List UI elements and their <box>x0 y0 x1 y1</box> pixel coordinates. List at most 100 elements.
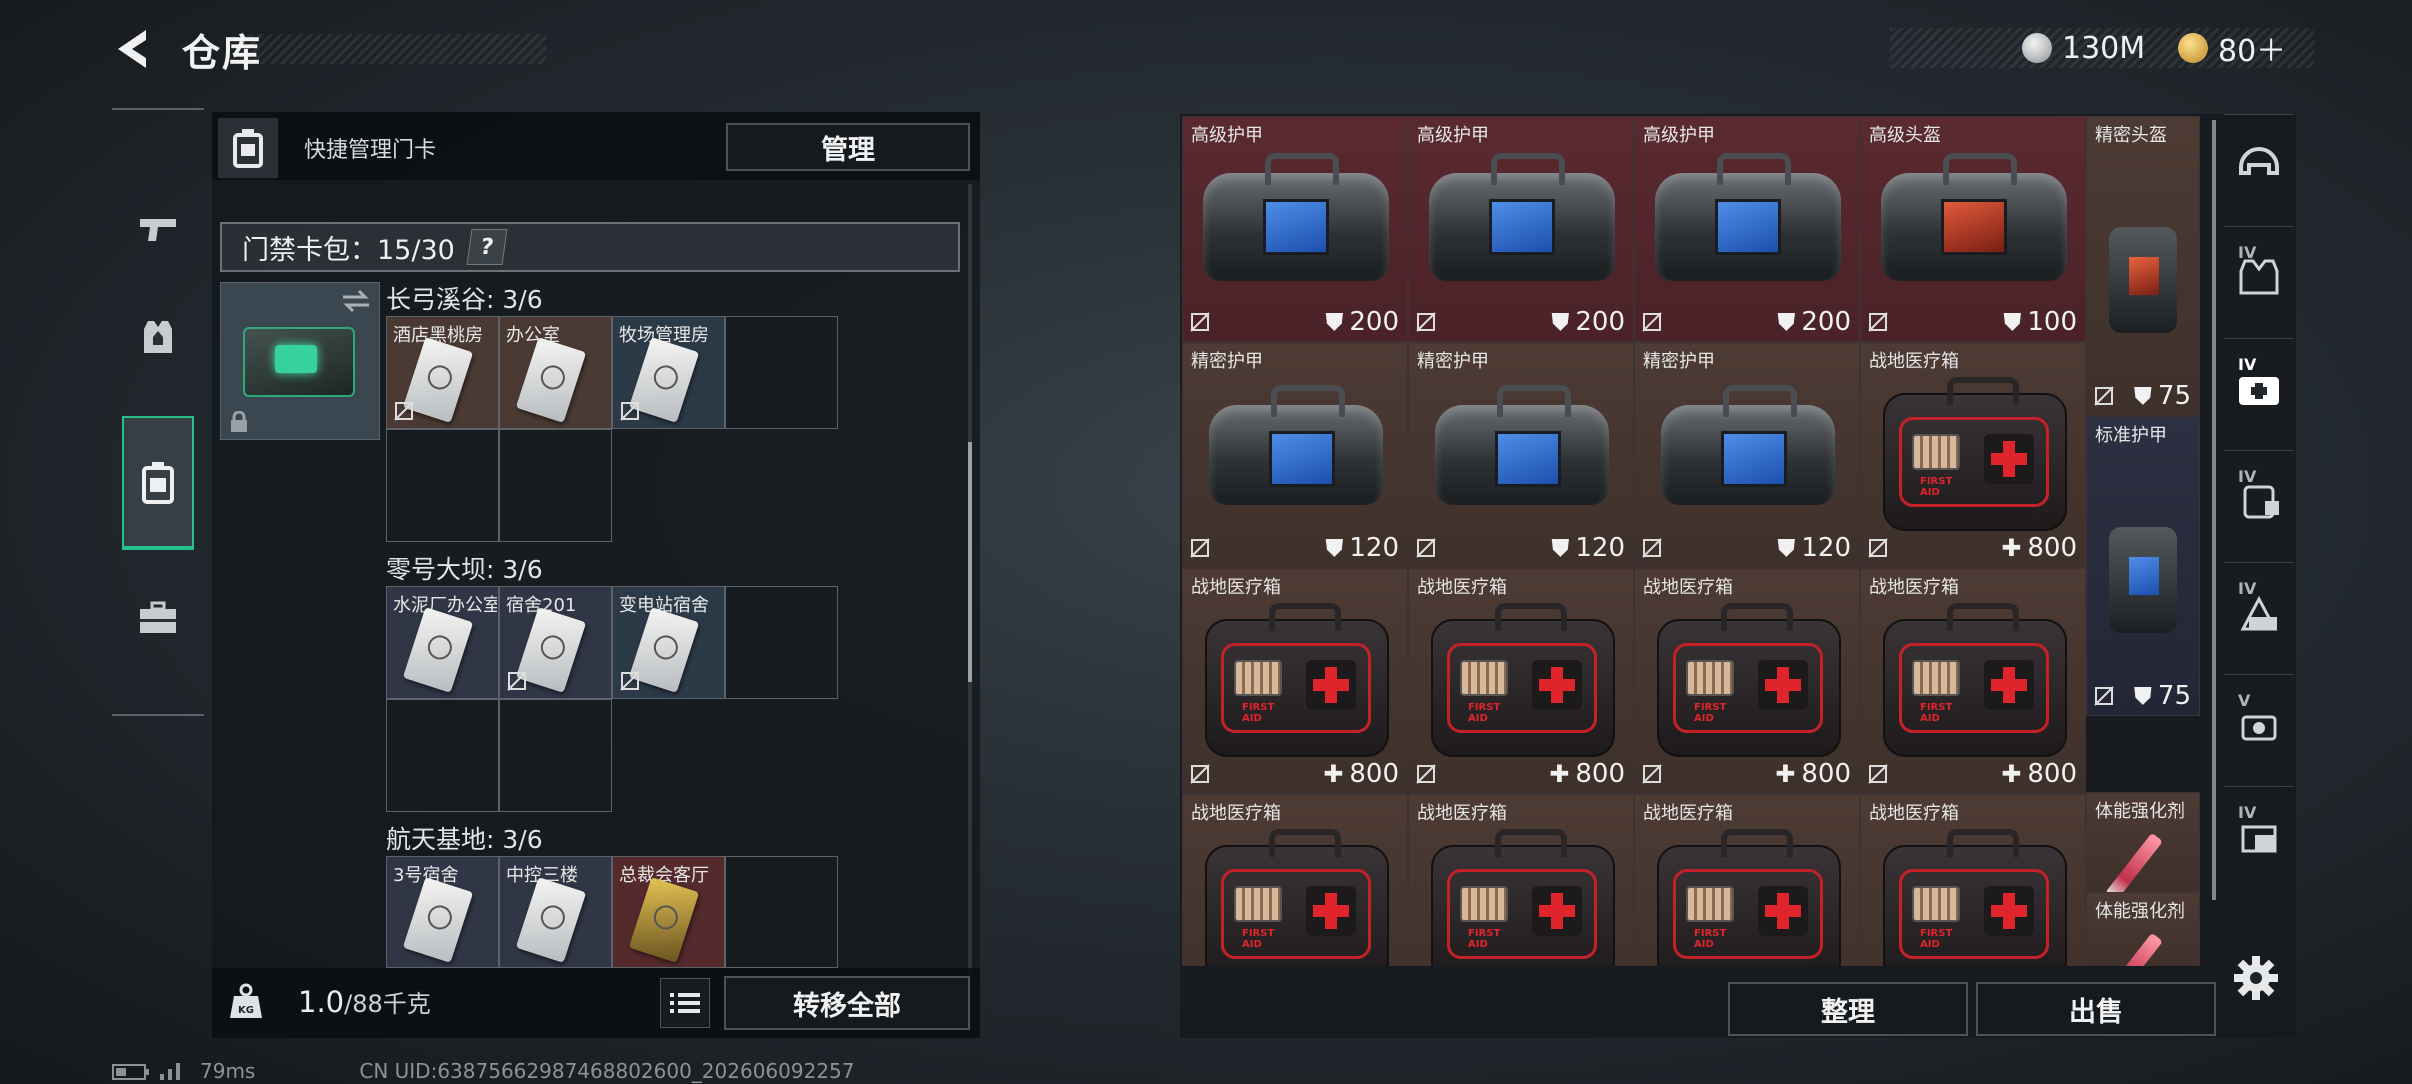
empty-keycard-slot[interactable] <box>499 429 612 542</box>
empty-keycard-slot[interactable] <box>386 429 499 542</box>
empty-keycard-slot[interactable] <box>386 699 499 812</box>
weight-icon: KG <box>230 983 262 1018</box>
item-name: 精密护甲 <box>1643 351 1715 372</box>
manage-button[interactable]: 管理 <box>726 123 970 171</box>
medkit-image: FIRST AID <box>1205 829 1389 966</box>
inventory-item-cell[interactable]: 战地医疗箱 FIRST AID <box>1860 794 2086 966</box>
tier-label: IV <box>2238 803 2257 822</box>
shield-icon: ⛊ <box>1551 534 1570 562</box>
category-tab[interactable] <box>2224 114 2294 214</box>
shield-icon: ⛊ <box>1777 534 1796 562</box>
medkit-image: FIRST AID <box>1431 829 1615 966</box>
shield-icon: ⛊ <box>2133 382 2152 410</box>
item-value-text: 200 <box>1801 307 1851 337</box>
inventory-item-cell[interactable]: 体能强化剂 <box>2086 792 2200 902</box>
swap-icon[interactable] <box>341 289 371 313</box>
category-tab[interactable]: V <box>2224 674 2294 774</box>
item-durability: ⛊ 200 <box>1551 307 1625 337</box>
item-durability: ⛊ 200 <box>1777 307 1851 337</box>
sell-button[interactable]: 出售 <box>1976 982 2216 1036</box>
shield-icon: ⛊ <box>1325 308 1344 336</box>
no-trade-icon <box>2094 686 2114 706</box>
keycard-cell[interactable]: 宿舍201 <box>499 586 612 699</box>
inventory-item-cell[interactable]: 战地医疗箱 FIRST AID ✚ 800 <box>1860 342 2086 568</box>
inventory-item-cell[interactable]: 精密护甲 ⛊ 120 <box>1408 342 1634 568</box>
inventory-item-cell[interactable]: 标准护甲 ⛊ 75 <box>2086 416 2200 716</box>
tab-gear[interactable] <box>122 270 194 404</box>
page-title: 仓库 <box>182 31 263 75</box>
item-durability: ✚ 800 <box>1323 759 1399 789</box>
inventory-item-cell[interactable]: 战地医疗箱 FIRST AID <box>1182 794 1408 966</box>
list-view-button[interactable] <box>660 978 710 1028</box>
category-tab[interactable]: IV <box>2224 226 2294 326</box>
inventory-item-cell[interactable]: 体能强化剂 <box>2086 892 2200 966</box>
empty-keycard-slot[interactable] <box>725 316 838 429</box>
map-title-longbow-valley: 长弓溪谷: 3/6 <box>386 285 543 314</box>
inventory-item-cell[interactable]: 战地医疗箱 FIRST AID ✚ 800 <box>1634 568 1860 794</box>
item-name: 战地医疗箱 <box>1869 577 1959 598</box>
inventory-item-cell[interactable]: 精密护甲 ⛊ 120 <box>1182 342 1408 568</box>
no-trade-icon <box>1642 764 1662 784</box>
keycard-cell[interactable]: 总裁会客厅 <box>612 856 725 968</box>
item-durability: ⛊ 120 <box>1777 533 1851 563</box>
keycard-holder-icon <box>142 462 174 504</box>
keycard-cell[interactable]: 办公室 <box>499 316 612 429</box>
list-icon <box>670 993 700 1013</box>
tab-toolbox[interactable] <box>122 550 194 684</box>
inventory-item-cell[interactable]: 战地医疗箱 FIRST AID ✚ 800 <box>1182 568 1408 794</box>
no-trade-icon <box>1416 312 1436 332</box>
empty-keycard-slot[interactable] <box>725 856 838 968</box>
sidebar <box>112 108 204 716</box>
back-button[interactable] <box>110 24 160 74</box>
empty-keycard-slot[interactable] <box>725 586 838 699</box>
item-name: 战地医疗箱 <box>1191 803 1281 824</box>
card-pack-help-button[interactable]: ? <box>466 229 508 265</box>
inventory-item-cell[interactable]: 战地医疗箱 FIRST AID ✚ 800 <box>1860 568 2086 794</box>
armor-image <box>1881 153 2067 281</box>
inventory-item-cell[interactable]: 精密头盔 ⛊ 75 <box>2086 116 2200 416</box>
item-value-text: 100 <box>2027 307 2077 337</box>
inventory-item-cell[interactable]: 高级护甲 ⛊ 200 <box>1634 116 1860 342</box>
shield-icon: ⛊ <box>2133 682 2152 710</box>
item-name: 战地医疗箱 <box>1643 803 1733 824</box>
inventory-item-cell[interactable]: 高级头盔 ⛊ 100 <box>1860 116 2086 342</box>
keycard-cell[interactable]: 水泥厂办公室 <box>386 586 499 699</box>
empty-keycard-slot[interactable] <box>499 699 612 812</box>
tab-keycards[interactable] <box>122 416 194 550</box>
inventory-item-cell[interactable]: 战地医疗箱 FIRST AID ✚ 800 <box>1408 568 1634 794</box>
keycard-cell[interactable]: 变电站宿舍 <box>612 586 725 699</box>
item-name: 战地医疗箱 <box>1417 803 1507 824</box>
keycard-cell[interactable]: 牧场管理房 <box>612 316 725 429</box>
silver-coin-icon <box>2022 33 2052 63</box>
no-trade-icon <box>1190 312 1210 332</box>
no-trade-icon <box>620 401 640 421</box>
transfer-all-button[interactable]: 转移全部 <box>724 976 970 1030</box>
settings-button[interactable] <box>2232 954 2280 1002</box>
medkit-image: FIRST AID <box>1205 603 1389 757</box>
briefcase-icon <box>140 601 176 633</box>
category-tab[interactable]: IV <box>2224 450 2294 550</box>
armor-image <box>1435 385 1609 505</box>
scrollbar-thumb[interactable] <box>968 442 972 682</box>
inventory-item-cell[interactable]: 精密护甲 ⛊ 120 <box>1634 342 1860 568</box>
inventory-item-cell[interactable]: 高级护甲 ⛊ 200 <box>1408 116 1634 342</box>
inventory-item-cell[interactable]: 高级护甲 ⛊ 200 <box>1182 116 1408 342</box>
armor-image <box>1429 153 1615 281</box>
keycard-cell[interactable]: 中控三楼 <box>499 856 612 968</box>
category-tab[interactable]: IV <box>2224 338 2294 438</box>
armor-image <box>1209 385 1383 505</box>
keycard-panel-footer: KG 1.0/88千克 转移全部 <box>212 968 980 1038</box>
item-value-text: 120 <box>1801 533 1851 563</box>
ping-value: 79ms <box>200 1059 256 1083</box>
inventory-item-cell[interactable]: 战地医疗箱 FIRST AID <box>1408 794 1634 966</box>
category-tab[interactable]: IV <box>2224 562 2294 662</box>
sort-button[interactable]: 整理 <box>1728 982 1968 1036</box>
keycard-cell[interactable]: 3号宿舍 <box>386 856 499 968</box>
keycard-thumbnail <box>515 337 587 423</box>
equipped-keycard-slot[interactable] <box>220 282 380 440</box>
category-tab[interactable]: IV <box>2224 786 2294 886</box>
keycard-cell[interactable]: 酒店黑桃房 <box>386 316 499 429</box>
keycard-panel: 快捷管理门卡 管理 门禁卡包：15/30 ? 长弓溪谷: 3/6 酒店黑桃房 办… <box>212 112 980 1038</box>
item-value-text: 200 <box>1349 307 1399 337</box>
inventory-item-cell[interactable]: 战地医疗箱 FIRST AID <box>1634 794 1860 966</box>
